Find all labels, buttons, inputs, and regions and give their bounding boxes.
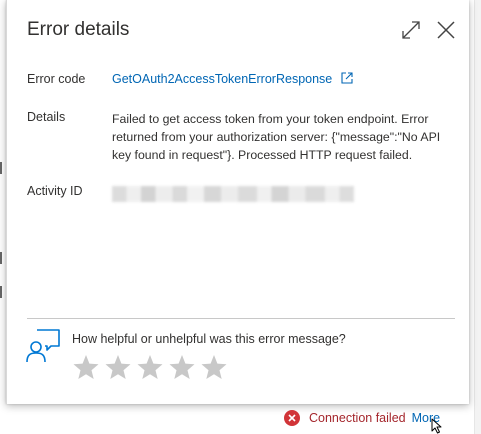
external-link-icon[interactable] (341, 72, 353, 84)
activity-id-label: Activity ID (27, 184, 83, 198)
star-icon[interactable] (166, 351, 198, 383)
details-label: Details (27, 110, 66, 124)
feedback-question: How helpful or unhelpful was this error … (72, 332, 346, 346)
background-tick (0, 252, 2, 264)
star-icon[interactable] (102, 351, 134, 383)
error-code-value: GetOAuth2AccessTokenErrorResponse (112, 72, 353, 86)
background-panel-right (474, 0, 481, 434)
dialog-title: Error details (27, 19, 130, 40)
mouse-cursor-icon (431, 418, 442, 434)
feedback-person-icon (26, 329, 60, 363)
error-code-link[interactable]: GetOAuth2AccessTokenErrorResponse (112, 72, 332, 86)
star-icon[interactable] (198, 351, 230, 383)
star-rating (70, 351, 230, 383)
divider (27, 318, 455, 319)
star-icon[interactable] (70, 351, 102, 383)
error-details-dialog: Error details Error code GetOAuth2Access… (6, 0, 469, 404)
background-tick (0, 286, 2, 298)
error-circle-icon (284, 410, 300, 426)
error-code-label: Error code (27, 72, 86, 86)
details-text: Failed to get access token from your tok… (112, 112, 441, 162)
activity-id-redacted-value (112, 186, 354, 202)
expand-icon[interactable] (400, 19, 422, 41)
background-tick (0, 162, 2, 174)
star-icon[interactable] (134, 351, 166, 383)
close-icon[interactable] (435, 19, 457, 41)
status-bar: Connection failed More (284, 408, 440, 428)
status-message: Connection failed (309, 411, 406, 425)
